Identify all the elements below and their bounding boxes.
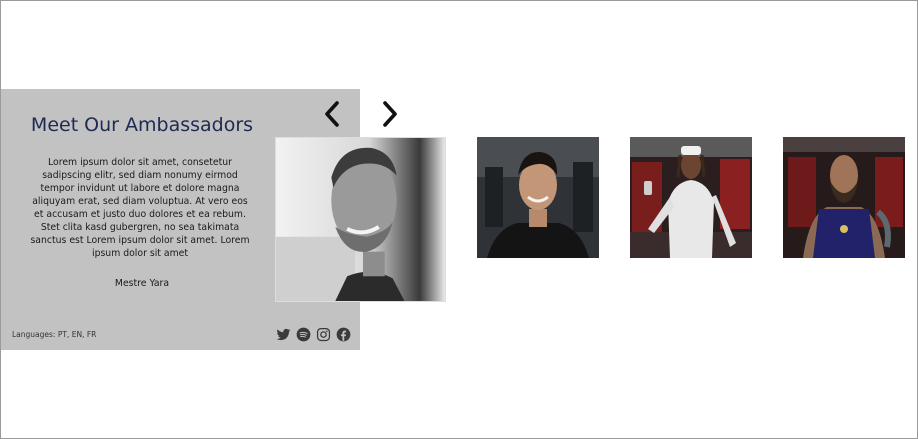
featured-ambassador-photo bbox=[275, 137, 446, 302]
carousel-prev-button[interactable] bbox=[322, 100, 342, 128]
twitter-icon[interactable] bbox=[276, 327, 291, 342]
languages-label: Languages: PT, EN, FR bbox=[12, 330, 97, 339]
social-links bbox=[276, 327, 351, 342]
carousel-next-button[interactable] bbox=[380, 100, 400, 128]
panel-title: Meet Our Ambassadors bbox=[30, 114, 254, 136]
ambassador-name: Mestre Yara bbox=[114, 278, 170, 289]
chevron-right-icon bbox=[383, 101, 397, 127]
ambassador-thumbnail[interactable] bbox=[630, 137, 752, 258]
chevron-left-icon bbox=[325, 101, 339, 127]
spotify-icon[interactable] bbox=[296, 327, 311, 342]
ambassador-thumbnail[interactable] bbox=[477, 137, 599, 258]
ambassador-thumbnail[interactable] bbox=[783, 137, 905, 258]
instagram-icon[interactable] bbox=[316, 327, 331, 342]
facebook-icon[interactable] bbox=[336, 327, 351, 342]
ambassador-description: Lorem ipsum dolor sit amet, consetetur s… bbox=[30, 157, 250, 259]
